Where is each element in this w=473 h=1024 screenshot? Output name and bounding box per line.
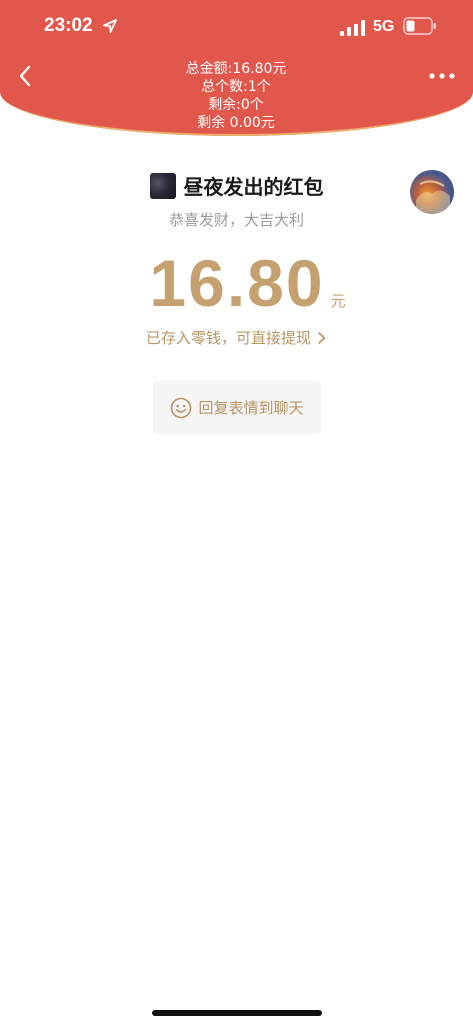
home-indicator[interactable] [152, 1010, 322, 1016]
user-avatar[interactable] [410, 170, 454, 214]
total-amount-text: 总金额:16.80元 [185, 61, 287, 77]
sender-avatar [149, 172, 176, 199]
chevron-right-icon [318, 331, 326, 344]
sender-title: 昼夜发出的红包 [183, 175, 324, 199]
more-button[interactable] [426, 66, 458, 86]
smiley-icon [171, 397, 192, 418]
remaining-count-text: 剩余:0个 [208, 97, 264, 113]
wallet-link[interactable]: 已存入零钱，可直接提现 [0, 327, 473, 348]
signal-icon [340, 20, 365, 36]
packet-summary: 总金额:16.80元 总个数:1个 剩余:0个 剩余 0.00元 [136, 60, 336, 132]
reply-button-label: 回复表情到聊天 [198, 399, 304, 417]
red-packet-header: 23:02 5G 总金额:16.80元 总个数:1个 剩余:0个 剩余 0.00… [0, 0, 473, 136]
sender-row: 昼夜发出的红包 [0, 171, 473, 200]
avatar-picture [416, 180, 450, 214]
total-count-text: 总个数:1个 [201, 79, 271, 95]
battery-icon [403, 17, 436, 35]
amount-row: 16.80 元 [0, 245, 473, 321]
amount-unit: 元 [330, 292, 346, 310]
remaining-amount-text: 剩余 0.00元 [197, 115, 275, 131]
amount-value: 16.80 [149, 246, 325, 320]
greeting-text: 恭喜发财，大吉大利 [168, 211, 304, 229]
wallet-link-text: 已存入零钱，可直接提现 [145, 329, 311, 347]
network-type: 5G [373, 18, 395, 35]
reply-with-sticker-button[interactable]: 回复表情到聊天 [153, 381, 321, 434]
location-arrow-icon [103, 19, 117, 33]
status-time: 23:02 [44, 15, 93, 36]
back-button[interactable] [12, 62, 40, 90]
